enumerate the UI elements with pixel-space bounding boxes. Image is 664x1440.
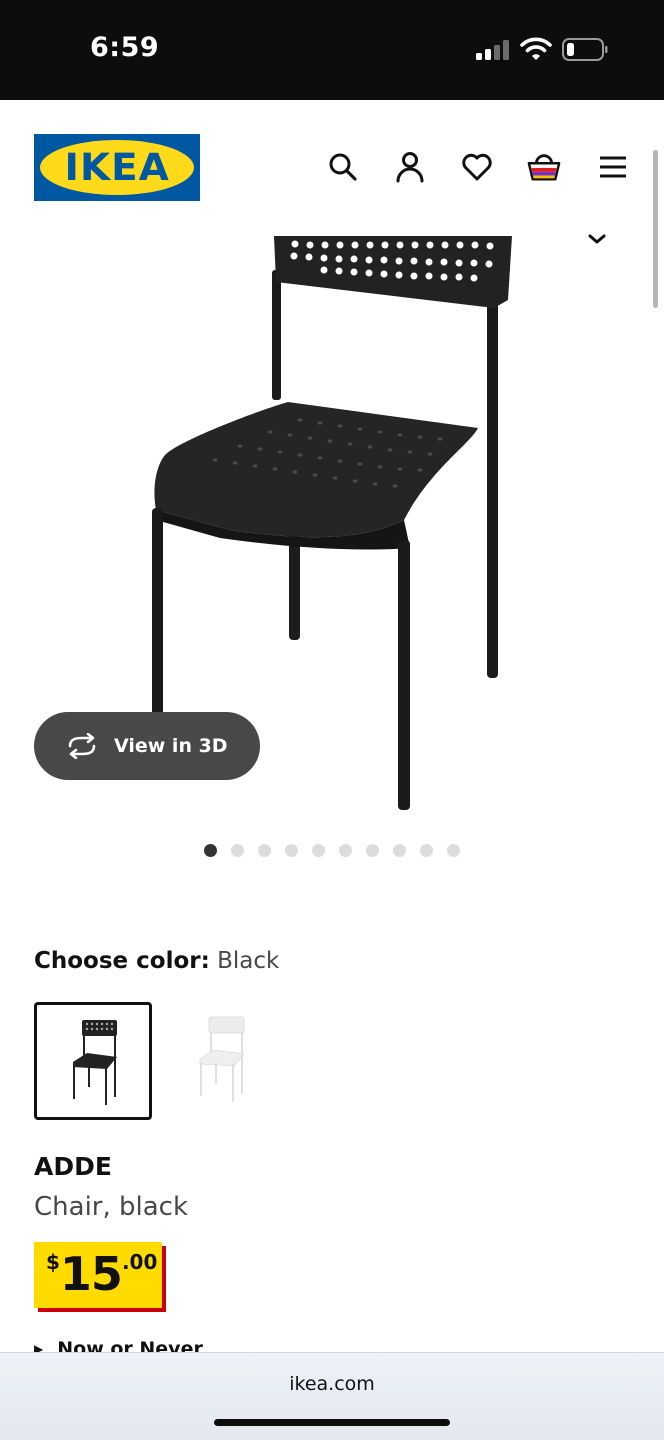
- gallery-dot[interactable]: [447, 844, 460, 857]
- gallery-dot[interactable]: [393, 844, 406, 857]
- gallery-dot[interactable]: [339, 844, 352, 857]
- logo-oval: IKEA: [40, 140, 194, 195]
- heart-icon[interactable]: [460, 150, 494, 184]
- rotate-3d-icon: [68, 733, 96, 759]
- gallery-dot[interactable]: [231, 844, 244, 857]
- gallery-pagination: [204, 844, 460, 858]
- white-chair-thumbnail: [199, 1016, 245, 1102]
- status-bar: 6:59: [0, 0, 664, 100]
- menu-icon[interactable]: [596, 150, 630, 184]
- color-option-white[interactable]: [164, 1002, 282, 1120]
- black-chair-thumbnail: [73, 1020, 117, 1105]
- logo-text: IKEA: [64, 146, 170, 189]
- choose-color-heading: Choose color: Black: [34, 948, 279, 974]
- price-decimal: .00: [121, 1250, 158, 1274]
- price-integer: 15: [59, 1247, 123, 1301]
- basket-icon[interactable]: [527, 150, 561, 184]
- gallery-dot[interactable]: [420, 844, 433, 857]
- price-currency: $: [46, 1250, 60, 1274]
- price-box: $15.00: [34, 1242, 162, 1308]
- price-tag: $15.00: [34, 1242, 166, 1312]
- gallery-dot[interactable]: [312, 844, 325, 857]
- view-in-3d-label: View in 3D: [114, 735, 228, 757]
- browser-address-bar[interactable]: ikea.com: [0, 1352, 664, 1440]
- color-option-black[interactable]: [34, 1002, 152, 1120]
- wifi-icon: [520, 37, 552, 60]
- gallery-dot[interactable]: [285, 844, 298, 857]
- gallery-dot[interactable]: [258, 844, 271, 857]
- view-in-3d-button[interactable]: View in 3D: [34, 712, 260, 780]
- home-indicator[interactable]: [214, 1419, 450, 1426]
- signal-icon: [476, 40, 510, 60]
- battery-icon: [562, 38, 608, 61]
- ikea-logo[interactable]: IKEA: [34, 134, 200, 201]
- site-header: IKEA: [0, 100, 664, 232]
- gallery-dot[interactable]: [204, 844, 217, 857]
- product-name: ADDE: [34, 1152, 112, 1181]
- choose-color-label: Choose color:: [34, 948, 210, 974]
- selected-color-value: Black: [217, 948, 280, 974]
- gallery-dot[interactable]: [366, 844, 379, 857]
- status-time: 6:59: [90, 32, 160, 63]
- search-icon[interactable]: [326, 150, 360, 184]
- chevron-down-icon[interactable]: [586, 232, 608, 246]
- account-icon[interactable]: [393, 150, 427, 184]
- product-description: Chair, black: [34, 1192, 189, 1222]
- url-text[interactable]: ikea.com: [0, 1373, 664, 1395]
